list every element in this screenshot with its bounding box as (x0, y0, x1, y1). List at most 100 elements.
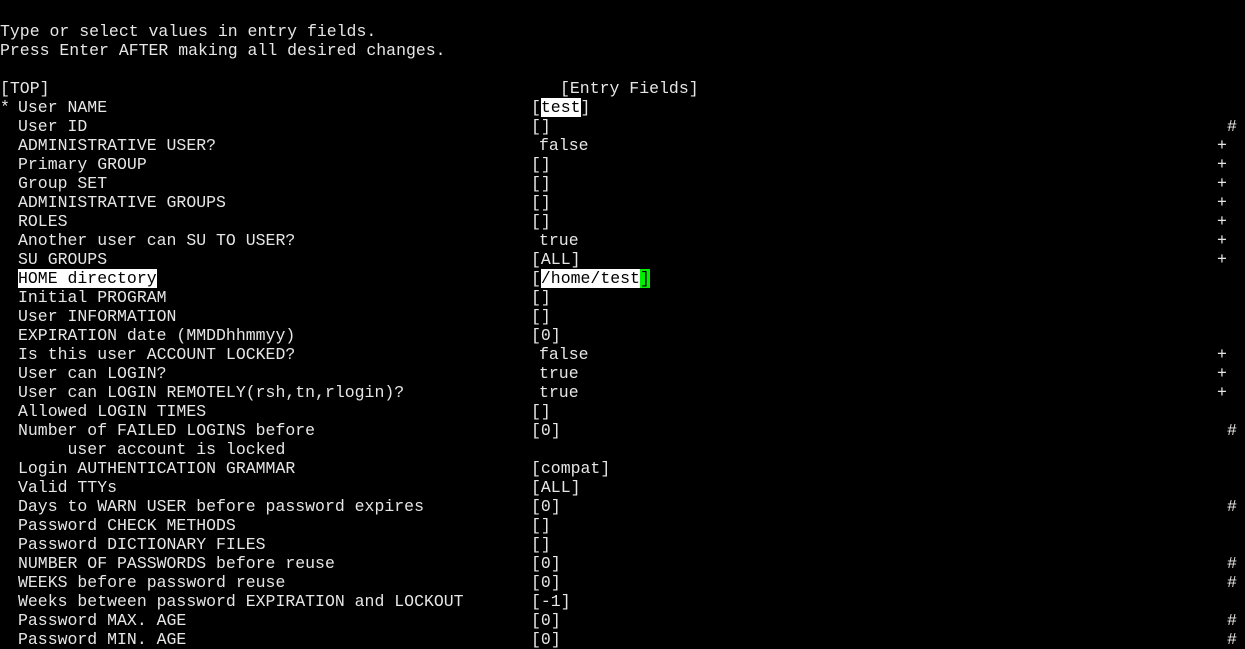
field-value[interactable]: 0 (541, 630, 551, 649)
instruction-line: Type or select values in entry fields. (0, 22, 377, 41)
field-label: Is this user ACCOUNT LOCKED? (18, 345, 295, 364)
field-value-input[interactable]: true (539, 383, 579, 402)
bracket-close: ] (540, 307, 551, 326)
bracket-open: [ (531, 535, 541, 554)
field-label-text: User can LOGIN REMOTELY(rsh,tn,rlogin)? (18, 383, 405, 402)
bracket-open: [ (531, 212, 541, 231)
field-label: Login AUTHENTICATION GRAMMAR (18, 459, 295, 478)
list-available-marker: + (1217, 345, 1227, 364)
numeric-field-marker: # (1227, 117, 1237, 136)
numeric-field-marker: # (1227, 497, 1237, 516)
field-value-input[interactable]: [compat] (531, 459, 610, 478)
field-value-input[interactable]: [0] (531, 326, 561, 345)
field-label: Password MAX. AGE (18, 611, 186, 630)
field-value-input[interactable]: [] (531, 212, 551, 231)
bracket-close: ] (550, 497, 561, 516)
field-label-text: Number of FAILED LOGINS before (18, 421, 316, 440)
field-value-input[interactable]: true (539, 231, 579, 250)
field-label-continued: user account is locked (18, 440, 286, 459)
list-available-marker: + (1217, 383, 1227, 402)
field-value-input[interactable]: [test] (531, 98, 590, 117)
field-value-input[interactable]: [0] (531, 573, 561, 592)
bracket-open: [ (531, 497, 541, 516)
field-label-text: Valid TTYs (18, 478, 118, 497)
field-label-text: Group SET (18, 174, 108, 193)
field-value-input[interactable]: [] (531, 516, 551, 535)
field-label: Password MIN. AGE (18, 630, 186, 649)
field-value-input[interactable]: false (539, 345, 589, 364)
bracket-close: ] (570, 478, 581, 497)
list-available-marker: + (1217, 250, 1227, 269)
field-label-text: User ID (18, 117, 88, 136)
bracket-close: ] (540, 193, 551, 212)
field-value-input[interactable]: true (539, 364, 579, 383)
field-value-input[interactable]: [0] (531, 554, 561, 573)
bracket-close: ] (550, 421, 561, 440)
bracket-open: [ (531, 269, 541, 288)
bracket-open: [ (531, 288, 541, 307)
bracket-open: [ (531, 516, 541, 535)
entry-fields-header: [Entry Fields] (560, 79, 699, 98)
field-value-input[interactable]: [] (531, 402, 551, 421)
field-value-input[interactable]: [] (531, 288, 551, 307)
list-available-marker: + (1217, 174, 1227, 193)
field-value[interactable]: 0 (541, 611, 551, 630)
field-value[interactable]: ALL (541, 478, 571, 497)
field-value-input[interactable]: [/home/test] (531, 269, 650, 288)
list-available-marker: + (1217, 364, 1227, 383)
field-value-input[interactable]: false (539, 136, 589, 155)
text-cursor: ] (639, 269, 650, 288)
field-value[interactable]: test (540, 98, 581, 117)
field-value[interactable]: true (539, 383, 579, 402)
field-label: ADMINISTRATIVE GROUPS (18, 193, 226, 212)
bracket-open: [ (531, 402, 541, 421)
field-value[interactable]: 0 (541, 326, 551, 345)
numeric-field-marker: # (1227, 573, 1237, 592)
field-label-text: Weeks between password EXPIRATION and LO… (18, 592, 464, 611)
field-value[interactable]: /home/test (540, 269, 640, 288)
field-value-input[interactable]: [0] (531, 630, 561, 649)
bracket-close: ] (550, 573, 561, 592)
field-value[interactable]: 0 (541, 573, 551, 592)
field-value[interactable]: 0 (541, 421, 551, 440)
field-value-input[interactable]: [] (531, 174, 551, 193)
field-value[interactable]: 0 (541, 554, 551, 573)
field-label-text: EXPIRATION date (MMDDhhmmyy) (18, 326, 296, 345)
field-label-text: Initial PROGRAM (18, 288, 167, 307)
bracket-close: ] (600, 459, 611, 478)
field-value-input[interactable]: [ALL] (531, 478, 581, 497)
field-label-text: ADMINISTRATIVE USER? (18, 136, 217, 155)
field-value-input[interactable]: [] (531, 307, 551, 326)
field-value[interactable]: false (539, 136, 589, 155)
bracket-close: ] (540, 288, 551, 307)
field-value[interactable]: true (539, 364, 579, 383)
bracket-close: ] (540, 535, 551, 554)
field-label: SU GROUPS (18, 250, 107, 269)
field-value-input[interactable]: [] (531, 155, 551, 174)
field-value-input[interactable]: [0] (531, 421, 561, 440)
field-label: User can LOGIN REMOTELY(rsh,tn,rlogin)? (18, 383, 404, 402)
field-value-input[interactable]: [] (531, 193, 551, 212)
field-value[interactable]: true (539, 231, 579, 250)
field-value-input[interactable]: [ALL] (531, 250, 581, 269)
field-label-text: Password DICTIONARY FILES (18, 535, 266, 554)
field-value[interactable]: compat (541, 459, 600, 478)
field-value-input[interactable]: [0] (531, 611, 561, 630)
bracket-open: [ (531, 478, 541, 497)
list-available-marker: + (1217, 155, 1227, 174)
field-value-input[interactable]: [0] (531, 497, 561, 516)
field-value[interactable]: 0 (541, 497, 551, 516)
field-value[interactable]: false (539, 345, 589, 364)
field-value-input[interactable]: [] (531, 535, 551, 554)
bracket-open: [ (531, 174, 541, 193)
field-value-input[interactable]: [] (531, 117, 551, 136)
field-label-text: Login AUTHENTICATION GRAMMAR (18, 459, 296, 478)
numeric-field-marker: # (1227, 554, 1237, 573)
field-value[interactable]: -1 (541, 592, 561, 611)
field-label: Number of FAILED LOGINS before (18, 421, 315, 440)
field-label: HOME directory (18, 269, 157, 288)
field-value[interactable]: ALL (541, 250, 571, 269)
bracket-close: ] (570, 250, 581, 269)
bracket-close: ] (550, 326, 561, 345)
field-value-input[interactable]: [-1] (531, 592, 571, 611)
